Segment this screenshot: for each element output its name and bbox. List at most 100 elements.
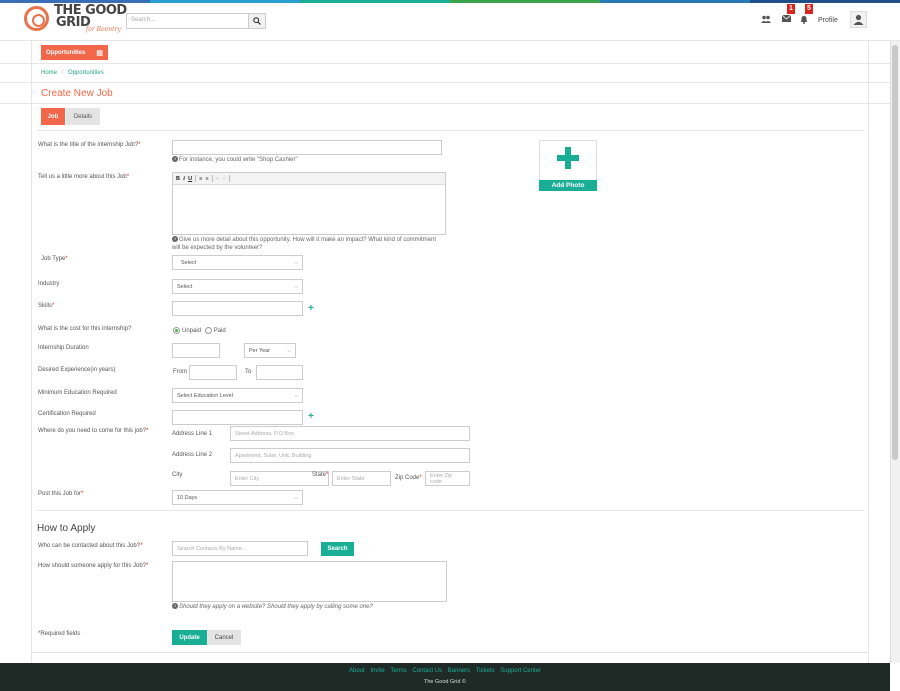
- contact-label: Who can be contacted about this Job?*: [38, 543, 142, 549]
- breadcrumb: Home / Opportunities: [41, 70, 104, 76]
- unpaid-radio[interactable]: [173, 327, 180, 334]
- brand-tagline: for Reentry: [86, 26, 121, 33]
- duration-unit-select[interactable]: Per Year ⌵: [244, 343, 296, 358]
- how-to-apply-hint: i Should they apply on a website? Should …: [172, 603, 373, 611]
- breadcrumb-separator: /: [61, 70, 64, 76]
- unpaid-label: Unpaid: [182, 328, 202, 335]
- job-title-label-text: What is the title of the internship Job?: [38, 142, 139, 148]
- post-for-value: 10 Days: [177, 494, 198, 501]
- toolbar-separator: [195, 175, 197, 182]
- city-label: City: [172, 472, 183, 478]
- footer-link-support[interactable]: Support Center: [500, 668, 541, 674]
- state-input[interactable]: Enter State: [332, 471, 391, 486]
- toolbar-separator: [211, 175, 213, 182]
- bullet-list-icon[interactable]: ≡: [199, 176, 202, 182]
- breadcrumb-opportunities[interactable]: Opportunities: [68, 70, 104, 76]
- unlink-icon[interactable]: ○: [222, 176, 225, 182]
- chevron-down-icon: ⌵: [287, 347, 291, 354]
- address2-label: Address Line 2: [172, 452, 213, 458]
- footer-link-invite[interactable]: Invite: [370, 668, 384, 674]
- required-marker: *: [65, 256, 68, 262]
- job-type-label-text: Job Type: [41, 256, 66, 262]
- users-icon[interactable]: [761, 15, 771, 25]
- certification-input[interactable]: [172, 410, 303, 425]
- avatar[interactable]: [850, 11, 867, 28]
- duration-input[interactable]: [172, 343, 220, 358]
- post-for-select[interactable]: 10 Days ⌵: [172, 490, 303, 505]
- update-button[interactable]: Update: [172, 630, 207, 645]
- editor-toolbar: B I U ≡ ≡ ∞ ○: [173, 173, 445, 185]
- underline-icon[interactable]: U: [188, 176, 192, 182]
- required-marker: *: [126, 174, 130, 180]
- search-button[interactable]: [248, 13, 266, 29]
- description-editor[interactable]: B I U ≡ ≡ ∞ ○: [172, 172, 446, 235]
- experience-from-label: From: [173, 369, 187, 375]
- how-to-apply-textarea[interactable]: [172, 561, 447, 602]
- info-icon: i: [172, 236, 178, 243]
- skills-input[interactable]: [172, 301, 303, 316]
- page-title: Create New Job: [41, 88, 113, 99]
- search-input[interactable]: Search...: [126, 13, 249, 29]
- divider: [0, 82, 890, 83]
- how-to-apply-label: How should someone apply for this Job?*: [38, 563, 148, 569]
- cancel-button[interactable]: Cancel: [207, 630, 241, 645]
- divider: [37, 130, 865, 131]
- chevron-down-icon: ⌵: [294, 259, 298, 266]
- experience-from-input[interactable]: [189, 365, 237, 380]
- zip-label-text: Zip Code: [395, 475, 420, 481]
- logo-icon[interactable]: [24, 6, 49, 31]
- info-icon: i: [172, 156, 178, 163]
- bell-icon[interactable]: [799, 15, 809, 25]
- how-to-apply-hint-text: Should they apply on a website? Should t…: [179, 604, 373, 610]
- required-marker: *: [419, 475, 422, 481]
- post-for-label: Post this Job for*: [38, 491, 83, 497]
- toolbar-separator: [228, 175, 230, 182]
- opportunities-button[interactable]: Opportunities ▤: [41, 45, 108, 60]
- profile-link[interactable]: Profile: [818, 17, 838, 24]
- breadcrumb-home[interactable]: Home: [41, 70, 57, 76]
- add-skill-plus-icon[interactable]: +: [308, 303, 314, 314]
- industry-value: Select: [177, 283, 193, 290]
- scrollbar-thumb[interactable]: [892, 45, 898, 460]
- duration-label: Internship Duration: [38, 345, 89, 351]
- bold-icon[interactable]: B: [176, 176, 180, 182]
- tab-job[interactable]: Job: [41, 108, 65, 125]
- job-title-hint: i For instance, you could write "Shop Cas…: [172, 156, 298, 164]
- list-icon: ▤: [96, 49, 103, 57]
- job-type-select[interactable]: Select ⌵: [172, 255, 303, 270]
- job-title-input[interactable]: [172, 140, 442, 155]
- add-certification-plus-icon[interactable]: +: [308, 411, 314, 422]
- paid-radio[interactable]: [204, 327, 212, 334]
- chevron-down-icon: ⌵: [294, 392, 298, 399]
- industry-select[interactable]: Select ⌵: [172, 279, 303, 294]
- address1-label: Address Line 1: [172, 431, 213, 437]
- content-left-border: [31, 41, 32, 663]
- zip-input[interactable]: Enter Zip code: [425, 471, 470, 486]
- required-marker: *: [52, 303, 55, 309]
- contact-search-button[interactable]: Search: [321, 542, 354, 556]
- description-label: Tell us a little more about this Job*: [38, 174, 129, 180]
- footer-link-banners[interactable]: Banners: [448, 668, 470, 674]
- envelope-icon[interactable]: [781, 14, 791, 25]
- contact-search-input[interactable]: Search Contacts By Name...: [172, 541, 308, 556]
- user-avatar-icon: [853, 14, 864, 25]
- required-marker: *: [146, 563, 149, 569]
- required-marker: *: [146, 428, 149, 434]
- numbered-list-icon[interactable]: ≡: [205, 176, 208, 182]
- add-photo-button[interactable]: Add Photo: [539, 180, 597, 191]
- required-marker: *: [140, 543, 143, 549]
- footer-link-about[interactable]: About: [349, 668, 365, 674]
- divider: [37, 510, 865, 511]
- footer-link-terms[interactable]: Terms: [390, 668, 406, 674]
- link-icon[interactable]: ∞: [216, 176, 220, 182]
- experience-to-input[interactable]: [256, 365, 303, 380]
- industry-label: Industry: [38, 281, 60, 287]
- tab-details[interactable]: Details: [66, 108, 100, 125]
- italic-icon[interactable]: I: [183, 176, 185, 182]
- footer-link-tickets[interactable]: Tickets: [476, 668, 495, 674]
- address2-input[interactable]: Apartment, Suite, Unit, Building: [230, 448, 470, 463]
- address1-input[interactable]: Street Address, P.O Box: [230, 426, 470, 441]
- education-select[interactable]: Select Education Level ⌵: [172, 388, 303, 403]
- footer-link-contact[interactable]: Contact Us: [412, 668, 442, 674]
- add-photo-plus-icon[interactable]: [557, 147, 579, 169]
